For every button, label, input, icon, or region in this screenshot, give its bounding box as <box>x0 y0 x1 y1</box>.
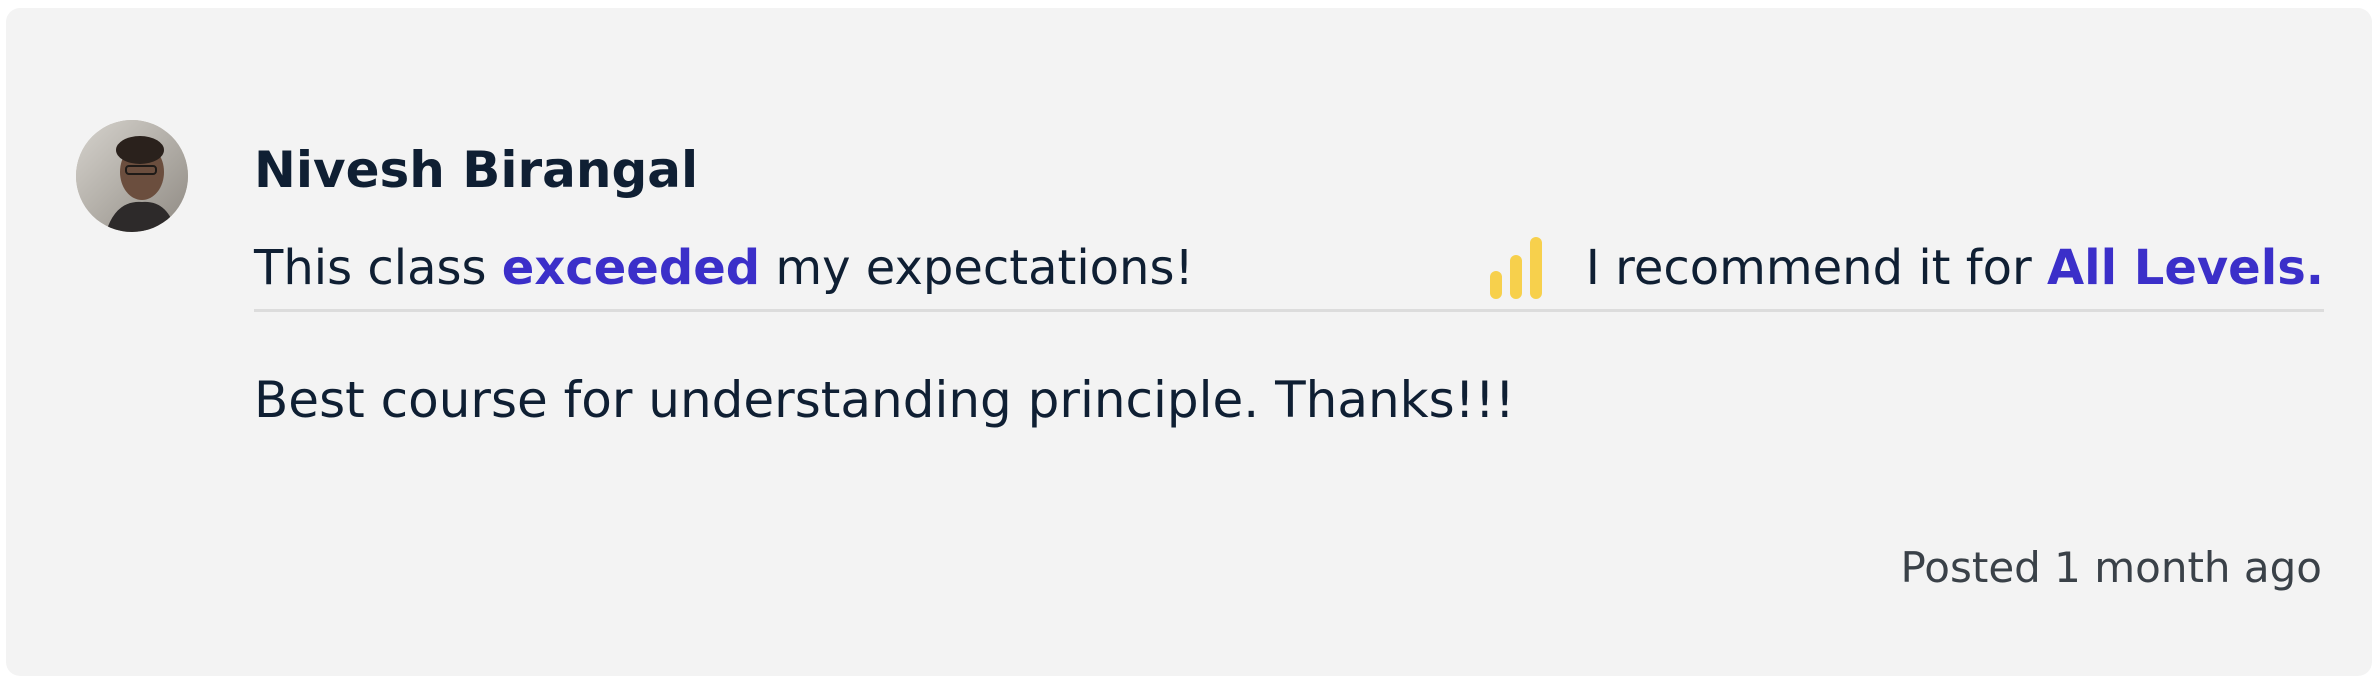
posted-timestamp: Posted 1 month ago <box>1900 543 2322 592</box>
expectation-highlight: exceeded <box>501 240 761 296</box>
avatar[interactable] <box>76 120 188 232</box>
rating-summary: This class exceeded my expectations! I r… <box>254 236 2324 312</box>
recommendation-level: All Levels. <box>2046 240 2324 296</box>
expectation-prefix: This class <box>254 240 502 296</box>
avatar-photo <box>76 120 188 232</box>
expectation-text: This class exceeded my expectations! <box>254 236 1194 300</box>
expectation-suffix: my expectations! <box>760 240 1194 296</box>
reviewer-name: Nivesh Birangal <box>254 141 699 199</box>
recommendation-text: I recommend it for All Levels. <box>1586 236 2324 300</box>
recommendation: I recommend it for All Levels. <box>1489 236 2324 300</box>
recommendation-prefix: I recommend it for <box>1585 240 2047 296</box>
review-card: Nivesh Birangal This class exceeded my e… <box>6 8 2372 676</box>
review-body: Best course for understanding principle.… <box>254 371 1515 429</box>
level-bars-icon <box>1489 237 1542 299</box>
